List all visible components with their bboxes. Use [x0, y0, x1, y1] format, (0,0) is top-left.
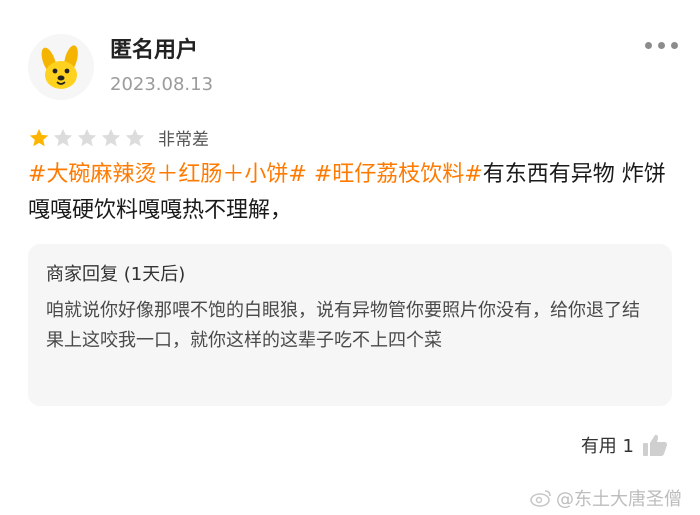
review-tag[interactable]: #旺仔荔枝饮料# — [314, 162, 483, 187]
dot — [658, 42, 665, 49]
useful-label: 有用 1 — [580, 436, 634, 457]
useful-button[interactable]: 有用 1 — [581, 432, 668, 458]
star-rating — [28, 127, 146, 149]
star-icon — [29, 128, 49, 146]
review-tag[interactable]: #大碗麻辣烫＋红肠＋小饼# — [28, 162, 307, 187]
thumbs-up-icon — [643, 434, 667, 456]
rating: 非常差 — [28, 125, 209, 150]
reply-title: 商家回复 (1天后) — [46, 264, 186, 285]
more-dots-icon[interactable] — [645, 42, 678, 49]
watermark: @东土大唐圣僧 — [530, 485, 682, 511]
star-icon — [77, 128, 97, 146]
watermark-text: @东土大唐圣僧 — [556, 489, 682, 510]
review-text: #大碗麻辣烫＋红肠＋小饼# #旺仔荔枝饮料#有东西有异物 炸饼嘎嘎硬饮料嘎嘎热不… — [28, 157, 668, 229]
reply-text: 咱就说你好像那喂不饱的白眼狼，说有异物管你要照片你没有，给你退了结果上这咬我一口… — [46, 300, 640, 351]
avatar[interactable] — [28, 34, 94, 100]
username: 匿名用户 — [110, 38, 199, 63]
star-icon — [53, 128, 73, 146]
merchant-reply: 商家回复 (1天后) 咱就说你好像那喂不饱的白眼狼，说有异物管你要照片你没有，给… — [28, 244, 672, 406]
rating-label: 非常差 — [158, 130, 209, 150]
star-icon — [101, 128, 121, 146]
dot — [671, 42, 678, 49]
dog-avatar-icon — [41, 45, 78, 89]
star-icon — [125, 128, 145, 146]
review-date: 2023.08.13 — [110, 74, 214, 95]
review-tags[interactable]: #大碗麻辣烫＋红肠＋小饼# #旺仔荔枝饮料# — [28, 162, 483, 187]
review-header: 匿名用户 2023.08.13 — [28, 24, 688, 114]
dot — [645, 42, 652, 49]
weibo-icon — [530, 490, 551, 507]
